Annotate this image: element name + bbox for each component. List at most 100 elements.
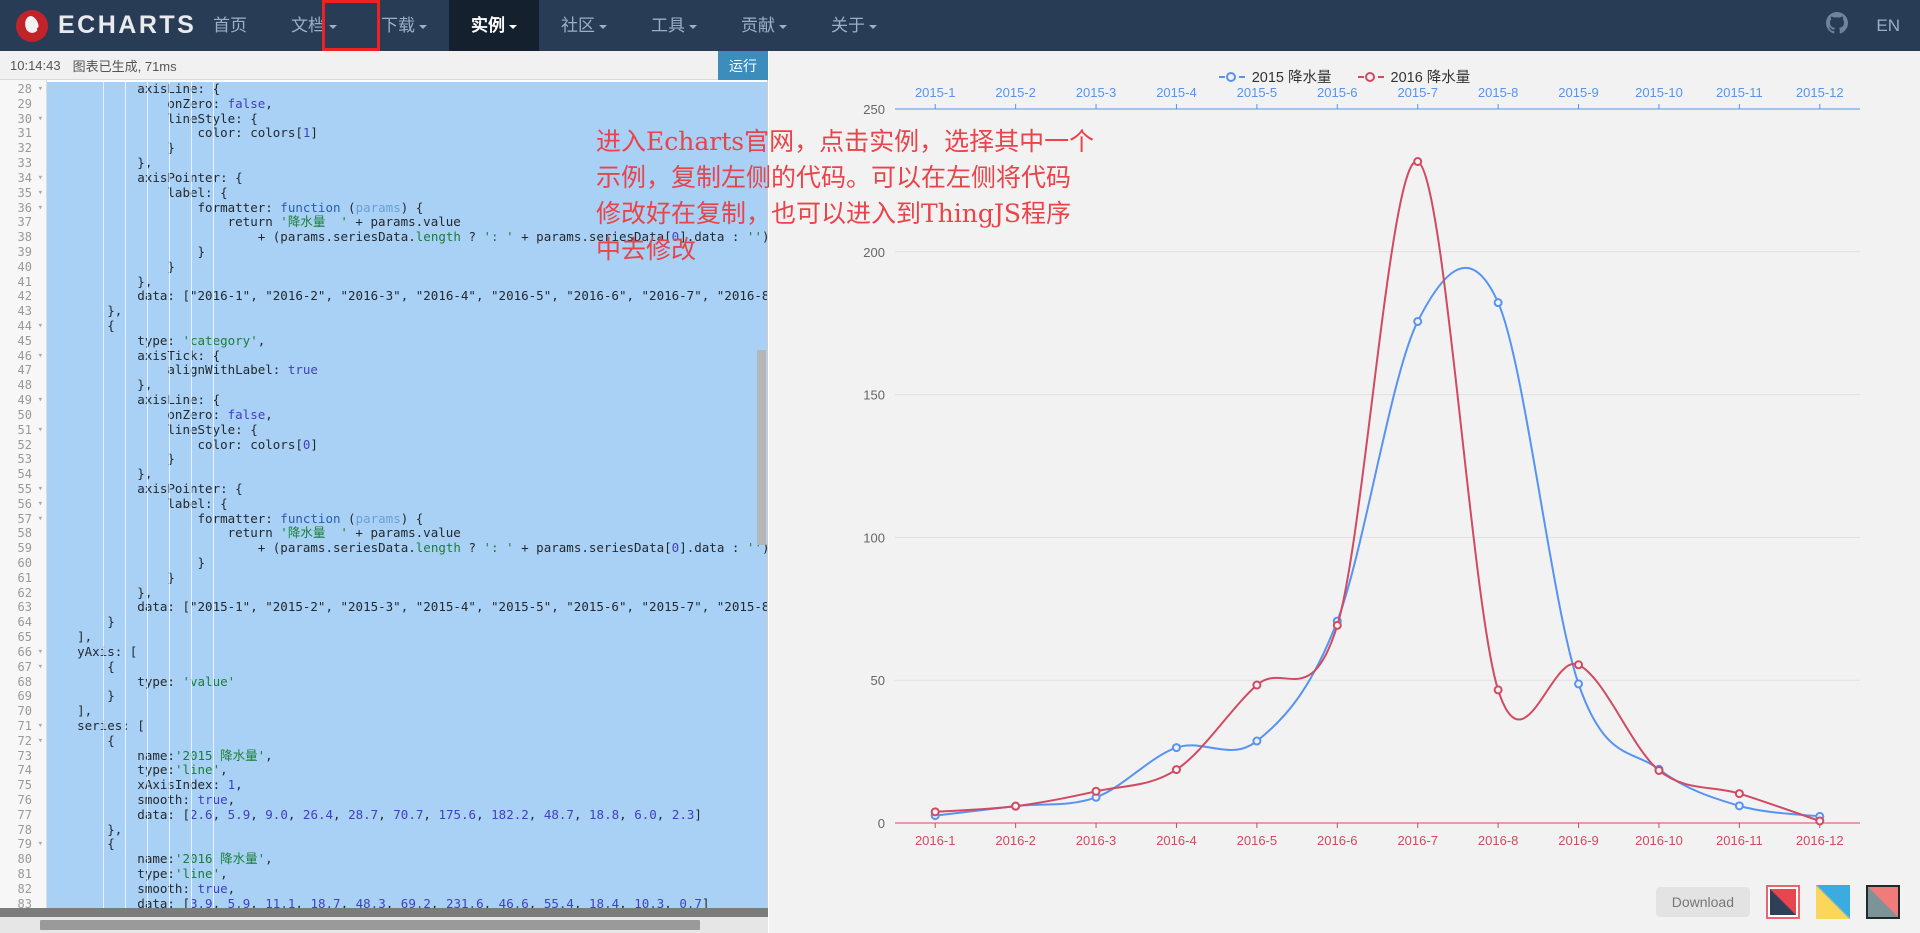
code-line[interactable]: onZero: false, bbox=[47, 407, 768, 423]
code-line[interactable]: yAxis: [ bbox=[47, 644, 768, 660]
code-line[interactable]: name:'2015 降水量', bbox=[47, 748, 768, 764]
nav-item-0[interactable]: 首页 bbox=[191, 0, 269, 51]
code-line[interactable]: onZero: false, bbox=[47, 96, 768, 112]
code-line[interactable]: } bbox=[47, 259, 768, 275]
code-line[interactable]: formatter: function (params) { bbox=[47, 200, 768, 216]
fold-toggle-icon[interactable]: ▾ bbox=[38, 497, 43, 512]
code-line[interactable]: } bbox=[47, 688, 768, 705]
fold-toggle-icon[interactable]: ▾ bbox=[38, 482, 43, 497]
fold-toggle-icon[interactable]: ▾ bbox=[38, 719, 43, 734]
nav-item-5[interactable]: 工具 bbox=[629, 0, 719, 51]
nav-item-4[interactable]: 社区 bbox=[539, 0, 629, 51]
theme-swatch-red-dark[interactable] bbox=[1766, 885, 1800, 919]
code-line[interactable]: } bbox=[47, 570, 768, 586]
code-line[interactable]: } bbox=[47, 614, 768, 631]
series-point[interactable] bbox=[930, 807, 940, 817]
code-line[interactable]: type: 'category', bbox=[47, 333, 768, 349]
code-line[interactable]: formatter: function (params) { bbox=[47, 511, 768, 527]
code-line[interactable]: axisPointer: { bbox=[47, 481, 768, 497]
code-line[interactable]: smooth: true, bbox=[47, 881, 768, 897]
fold-toggle-icon[interactable]: ▾ bbox=[38, 201, 43, 216]
fold-toggle-icon[interactable]: ▾ bbox=[38, 660, 43, 675]
editor-code-area[interactable]: axisLine: { onZero: false, lineStyle: { … bbox=[47, 80, 768, 933]
code-line[interactable]: type:'line', bbox=[47, 762, 768, 779]
code-line[interactable]: }, bbox=[47, 303, 768, 319]
code-editor[interactable]: 28 ▾ 29 30 ▾ 31 32 33 34 ▾ 35 ▾ 36 ▾ 37 38 39 40 41 42 43 44 ▾… bbox=[0, 80, 768, 933]
language-switch[interactable]: EN bbox=[1876, 16, 1900, 36]
series-point[interactable] bbox=[1091, 786, 1101, 796]
code-line[interactable]: color: colors[1] bbox=[47, 126, 768, 142]
code-line[interactable]: } bbox=[47, 140, 768, 157]
series-point[interactable] bbox=[1011, 801, 1021, 811]
fold-toggle-icon[interactable]: ▾ bbox=[38, 186, 43, 201]
code-line[interactable]: ], bbox=[47, 629, 768, 645]
run-button[interactable]: 运行 bbox=[718, 51, 768, 80]
fold-toggle-icon[interactable]: ▾ bbox=[38, 837, 43, 852]
theme-swatch-dark-contrast[interactable] bbox=[1866, 885, 1900, 919]
code-line[interactable]: }, bbox=[47, 274, 768, 290]
code-line[interactable]: + (params.seriesData.length ? ': ' + par… bbox=[47, 229, 768, 245]
series-point[interactable] bbox=[1574, 660, 1584, 670]
code-line[interactable]: return '降水量 ' + params.value bbox=[47, 525, 768, 542]
code-line[interactable]: axisLine: { bbox=[47, 81, 768, 97]
code-line[interactable]: }, bbox=[47, 466, 768, 482]
code-line[interactable]: axisPointer: { bbox=[47, 170, 768, 186]
fold-toggle-icon[interactable]: ▾ bbox=[38, 319, 43, 334]
series-point[interactable] bbox=[1332, 620, 1342, 630]
editor-vertical-scrollbar[interactable] bbox=[757, 350, 766, 545]
code-line[interactable]: }, bbox=[47, 822, 768, 838]
editor-horizontal-scrollbar[interactable] bbox=[40, 920, 700, 930]
fold-toggle-icon[interactable]: ▾ bbox=[38, 645, 43, 660]
code-line[interactable]: + (params.seriesData.length ? ': ' + par… bbox=[47, 540, 768, 556]
series-point[interactable] bbox=[1493, 685, 1503, 695]
brand-logo-group[interactable]: ECHARTS bbox=[16, 9, 194, 42]
code-line[interactable]: color: colors[0] bbox=[47, 437, 768, 453]
fold-toggle-icon[interactable]: ▾ bbox=[38, 734, 43, 749]
fold-toggle-icon[interactable]: ▾ bbox=[38, 423, 43, 438]
code-line[interactable]: alignWithLabel: true bbox=[47, 363, 768, 379]
code-line[interactable]: data: [2.6, 5.9, 9.0, 26.4, 28.7, 70.7, … bbox=[47, 807, 768, 823]
code-line[interactable]: type:'line', bbox=[47, 866, 768, 882]
series-point[interactable] bbox=[1171, 765, 1181, 775]
nav-item-7[interactable]: 关于 bbox=[809, 0, 899, 51]
code-line[interactable]: { bbox=[47, 837, 768, 853]
series-point[interactable] bbox=[1815, 816, 1825, 826]
code-line[interactable]: data: ["2016-1", "2016-2", "2016-3", "20… bbox=[47, 289, 768, 305]
code-line[interactable]: } bbox=[47, 451, 768, 468]
series-point[interactable] bbox=[1171, 743, 1181, 753]
code-line[interactable]: series: [ bbox=[47, 718, 768, 734]
code-line[interactable]: lineStyle: { bbox=[47, 422, 768, 438]
code-line[interactable]: axisLine: { bbox=[47, 392, 768, 408]
series-point[interactable] bbox=[1734, 801, 1744, 811]
code-line[interactable]: type: 'value' bbox=[47, 674, 768, 690]
code-line[interactable]: } bbox=[47, 244, 768, 260]
code-line[interactable]: label: { bbox=[47, 185, 768, 201]
series-point[interactable] bbox=[1252, 680, 1262, 690]
fold-toggle-icon[interactable]: ▾ bbox=[38, 82, 43, 97]
series-point[interactable] bbox=[1413, 157, 1423, 167]
fold-toggle-icon[interactable]: ▾ bbox=[38, 349, 43, 364]
series-point[interactable] bbox=[1654, 765, 1664, 775]
nav-item-6[interactable]: 贡献 bbox=[719, 0, 809, 51]
fold-toggle-icon[interactable]: ▾ bbox=[38, 512, 43, 527]
code-line[interactable]: label: { bbox=[47, 496, 768, 512]
nav-item-2[interactable]: 下载 bbox=[359, 0, 449, 51]
code-line[interactable]: axisTick: { bbox=[47, 348, 768, 364]
code-line[interactable]: { bbox=[47, 733, 768, 749]
code-line[interactable]: data: ["2015-1", "2015-2", "2015-3", "20… bbox=[47, 600, 768, 616]
nav-item-1[interactable]: 文档 bbox=[269, 0, 359, 51]
fold-toggle-icon[interactable]: ▾ bbox=[38, 112, 43, 127]
github-icon[interactable] bbox=[1826, 12, 1849, 39]
code-line[interactable]: }, bbox=[47, 377, 768, 394]
series-point[interactable] bbox=[1493, 298, 1503, 308]
nav-item-3[interactable]: 实例 bbox=[449, 0, 539, 51]
series-point[interactable] bbox=[1252, 736, 1262, 746]
download-button[interactable]: Download bbox=[1655, 887, 1750, 917]
code-line[interactable]: }, bbox=[47, 585, 768, 601]
series-point[interactable] bbox=[1734, 789, 1744, 799]
code-line[interactable]: { bbox=[47, 318, 768, 334]
code-line[interactable]: lineStyle: { bbox=[47, 111, 768, 127]
code-line[interactable]: { bbox=[47, 659, 768, 675]
code-line[interactable]: } bbox=[47, 555, 768, 571]
editor-horizontal-scroll-track[interactable] bbox=[0, 917, 768, 933]
